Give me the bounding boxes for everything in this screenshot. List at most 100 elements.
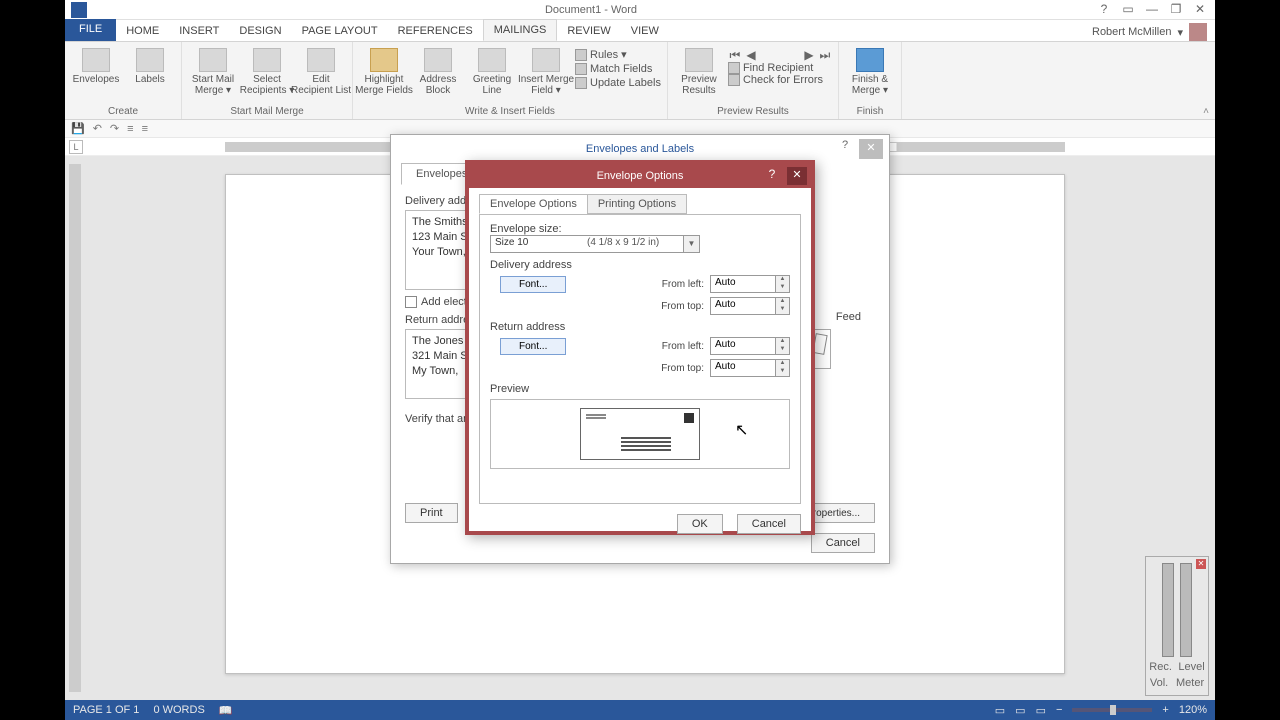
highlight-merge-fields-button[interactable]: Highlight Merge Fields bbox=[359, 44, 409, 104]
tab-references[interactable]: REFERENCES bbox=[388, 21, 483, 41]
preview-label: Preview bbox=[490, 383, 790, 395]
select-recipients-button[interactable]: Select Recipients ▾ bbox=[242, 44, 292, 104]
close-icon[interactable]: ✕ bbox=[1191, 3, 1209, 17]
spin-up-icon[interactable]: ▲ bbox=[776, 338, 789, 346]
return-from-left-input[interactable]: Auto ▲▼ bbox=[710, 337, 790, 355]
title-bar: Document1 - Word ? ▭ — ❐ ✕ bbox=[65, 0, 1215, 20]
tab-page-layout[interactable]: PAGE LAYOUT bbox=[292, 21, 388, 41]
print-button[interactable]: Print bbox=[405, 503, 458, 523]
spin-up-icon[interactable]: ▲ bbox=[776, 298, 789, 306]
meter-label: Meter bbox=[1176, 677, 1204, 689]
group-write-label: Write & Insert Fields bbox=[359, 104, 661, 119]
envelope-options-dialog: Envelope Options ? ✕ Envelope Options Pr… bbox=[465, 160, 815, 535]
minimize-icon[interactable]: — bbox=[1143, 3, 1161, 17]
match-fields-button[interactable]: Match Fields bbox=[575, 63, 661, 75]
group-preview-label: Preview Results bbox=[674, 104, 832, 119]
window-title: Document1 - Word bbox=[87, 4, 1095, 16]
avatar[interactable] bbox=[1189, 23, 1207, 41]
spin-down-icon[interactable]: ▼ bbox=[776, 306, 789, 314]
word-count[interactable]: 0 WORDS bbox=[153, 704, 204, 716]
return-from-top-input[interactable]: Auto ▲▼ bbox=[710, 359, 790, 377]
word-window: Document1 - Word ? ▭ — ❐ ✕ FILE HOME INS… bbox=[65, 0, 1215, 720]
preview-box bbox=[490, 399, 790, 469]
update-labels-button[interactable]: Update Labels bbox=[575, 77, 661, 89]
tab-mailings[interactable]: MAILINGS bbox=[483, 19, 558, 41]
tab-home[interactable]: HOME bbox=[116, 21, 169, 41]
view-read-icon[interactable]: ▭ bbox=[995, 704, 1005, 717]
ok-button[interactable]: OK bbox=[677, 514, 723, 534]
spin-up-icon[interactable]: ▲ bbox=[776, 276, 789, 284]
address-block-button[interactable]: Address Block bbox=[413, 44, 463, 104]
rules-button[interactable]: Rules ▾ bbox=[575, 48, 661, 61]
help-icon[interactable]: ? bbox=[1095, 3, 1113, 17]
restore-icon[interactable]: ❐ bbox=[1167, 3, 1185, 17]
tab-design[interactable]: DESIGN bbox=[229, 21, 291, 41]
ribbon-tabs: FILE HOME INSERT DESIGN PAGE LAYOUT REFE… bbox=[65, 20, 1215, 42]
delivery-group-label: Delivery address bbox=[490, 259, 790, 271]
dialog2-help-icon[interactable]: ? bbox=[763, 167, 781, 185]
edit-recipient-list-button[interactable]: Edit Recipient List bbox=[296, 44, 346, 104]
align-left-icon[interactable]: ≡ bbox=[127, 123, 133, 135]
last-record-icon[interactable]: ⏭ bbox=[818, 48, 832, 62]
zoom-out-icon[interactable]: − bbox=[1056, 704, 1062, 716]
chevron-down-icon[interactable]: ▼ bbox=[683, 236, 699, 252]
view-web-icon[interactable]: ▭ bbox=[1036, 704, 1046, 717]
user-dropdown-icon[interactable]: ▾ bbox=[1177, 26, 1183, 39]
dialog2-title: Envelope Options bbox=[597, 170, 684, 182]
vertical-ruler[interactable] bbox=[69, 164, 81, 692]
spin-down-icon[interactable]: ▼ bbox=[776, 368, 789, 376]
preview-results-button[interactable]: Preview Results bbox=[674, 44, 724, 104]
check-errors-button[interactable]: Check for Errors bbox=[728, 74, 832, 86]
undo-icon[interactable]: ↶ bbox=[93, 122, 102, 135]
collapse-ribbon-icon[interactable]: ˄ bbox=[1203, 106, 1209, 117]
save-icon[interactable]: 💾 bbox=[71, 122, 85, 135]
tab-file[interactable]: FILE bbox=[65, 19, 116, 41]
dialog1-help-icon[interactable]: ? bbox=[835, 139, 855, 159]
view-print-icon[interactable]: ▭ bbox=[1015, 704, 1025, 717]
find-recipient-button[interactable]: Find Recipient bbox=[728, 62, 832, 74]
user-name[interactable]: Robert McMillen bbox=[1092, 26, 1171, 38]
zoom-in-icon[interactable]: + bbox=[1162, 704, 1168, 716]
dialog1-close-icon[interactable]: ✕ bbox=[859, 139, 883, 159]
proofing-icon[interactable]: 📖 bbox=[219, 704, 233, 717]
envelopes-button[interactable]: Envelopes bbox=[71, 44, 121, 104]
zoom-level[interactable]: 120% bbox=[1179, 704, 1207, 716]
tab-review[interactable]: REVIEW bbox=[557, 21, 620, 41]
dialog1-cancel-button[interactable]: Cancel bbox=[811, 533, 875, 553]
insert-merge-field-button[interactable]: Insert Merge Field ▾ bbox=[521, 44, 571, 104]
align-center-icon[interactable]: ≡ bbox=[142, 123, 148, 135]
recorder-close-icon[interactable]: ✕ bbox=[1196, 559, 1206, 569]
greeting-line-button[interactable]: Greeting Line bbox=[467, 44, 517, 104]
labels-button[interactable]: Labels bbox=[125, 44, 175, 104]
spin-down-icon[interactable]: ▼ bbox=[776, 284, 789, 292]
prev-record-icon[interactable]: ◀ bbox=[744, 48, 758, 62]
zoom-slider[interactable] bbox=[1072, 708, 1152, 712]
tab-envelope-options[interactable]: Envelope Options bbox=[479, 194, 588, 214]
next-record-icon[interactable]: ▶ bbox=[802, 48, 816, 62]
dialog2-close-icon[interactable]: ✕ bbox=[787, 167, 807, 185]
return-font-button[interactable]: Font... bbox=[500, 338, 566, 355]
delivery-from-top-input[interactable]: Auto ▲▼ bbox=[710, 297, 790, 315]
start-mail-merge-button[interactable]: Start Mail Merge ▾ bbox=[188, 44, 238, 104]
dialog2-cancel-button[interactable]: Cancel bbox=[737, 514, 801, 534]
page-count[interactable]: PAGE 1 OF 1 bbox=[73, 704, 139, 716]
dialog1-title: Envelopes and Labels bbox=[586, 143, 694, 155]
tab-selector[interactable]: L bbox=[69, 140, 83, 154]
spin-up-icon[interactable]: ▲ bbox=[776, 360, 789, 368]
spin-down-icon[interactable]: ▼ bbox=[776, 346, 789, 354]
finish-merge-button[interactable]: Finish & Merge ▾ bbox=[845, 44, 895, 104]
first-record-icon[interactable]: ⏮ bbox=[728, 48, 742, 62]
word-icon bbox=[71, 2, 87, 18]
add-electronic-postage-checkbox[interactable] bbox=[405, 296, 417, 308]
ribbon-display-icon[interactable]: ▭ bbox=[1119, 3, 1137, 17]
tab-insert[interactable]: INSERT bbox=[169, 21, 229, 41]
level-label: Level bbox=[1178, 661, 1204, 673]
redo-icon[interactable]: ↷ bbox=[110, 122, 119, 135]
tab-printing-options[interactable]: Printing Options bbox=[587, 194, 687, 214]
envelope-size-combo[interactable]: Size 10 (4 1/8 x 9 1/2 in) ▼ bbox=[490, 235, 700, 253]
group-start-label: Start Mail Merge bbox=[188, 104, 346, 119]
delivery-font-button[interactable]: Font... bbox=[500, 276, 566, 293]
tab-view[interactable]: VIEW bbox=[621, 21, 669, 41]
recorder-widget[interactable]: ✕ Rec. Level Vol. Meter bbox=[1145, 556, 1209, 696]
delivery-from-left-input[interactable]: Auto ▲▼ bbox=[710, 275, 790, 293]
